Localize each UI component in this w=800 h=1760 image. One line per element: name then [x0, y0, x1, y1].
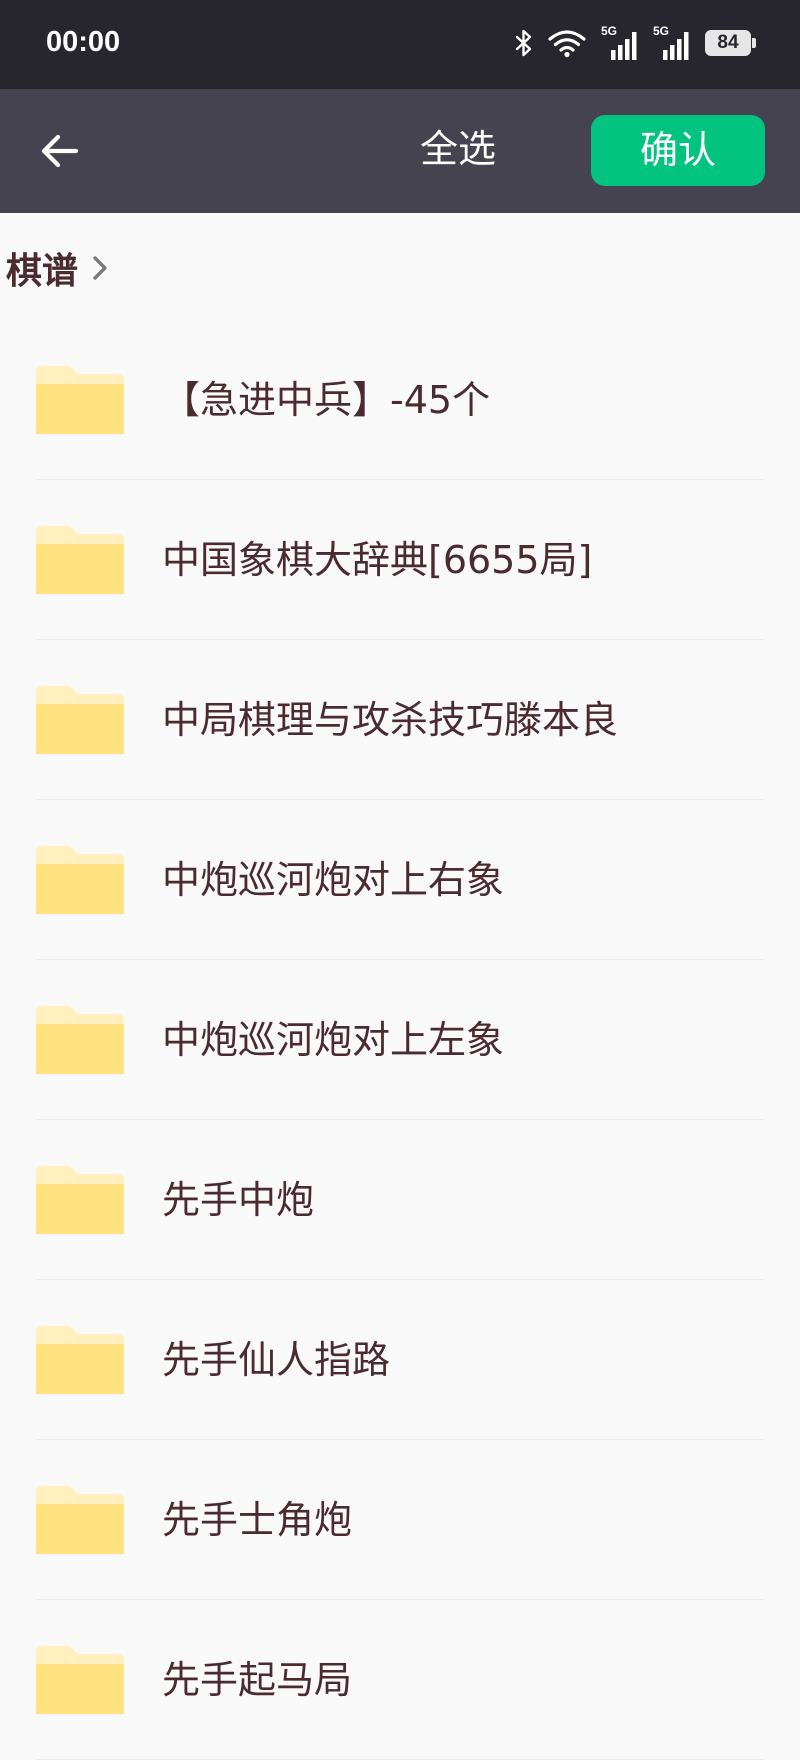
folder-list: 【急进中兵】-45个 中国象棋大辞典[6655局] 中局棋理与攻杀技巧滕本良 中… [0, 320, 800, 1760]
folder-name: 先手仙人指路 [162, 1338, 391, 1382]
confirm-button[interactable]: 确认 [591, 115, 765, 186]
bluetooth-icon [515, 28, 533, 58]
folder-icon [36, 526, 124, 594]
arrow-left-icon [41, 134, 79, 168]
status-icons: 5G 5G 84 [515, 24, 756, 60]
signal-5g-icon: 5G [653, 24, 691, 60]
folder-list-item[interactable]: 先手起马局 [0, 1600, 800, 1760]
folder-list-item[interactable]: 中炮巡河炮对上左象 [0, 960, 800, 1120]
folder-list-item[interactable]: 中局棋理与攻杀技巧滕本良 [0, 640, 800, 800]
folder-icon [36, 1166, 124, 1234]
folder-name: 中炮巡河炮对上左象 [162, 1018, 505, 1062]
folder-name: 中局棋理与攻杀技巧滕本良 [162, 698, 619, 742]
folder-name: 先手起马局 [162, 1658, 353, 1702]
header-toolbar: 全选 确认 [0, 89, 800, 213]
breadcrumb: 棋谱 [0, 213, 800, 323]
folder-list-item[interactable]: 先手士角炮 [0, 1440, 800, 1600]
folder-icon [36, 366, 124, 434]
folder-name: 先手中炮 [162, 1178, 315, 1222]
folder-icon [36, 1006, 124, 1074]
folder-list-item[interactable]: 先手仙人指路 [0, 1280, 800, 1440]
status-bar: 00:00 5G 5G 84 [0, 0, 800, 89]
folder-icon [36, 686, 124, 754]
status-time: 00:00 [46, 26, 121, 58]
folder-icon [36, 1486, 124, 1554]
folder-name: 先手士角炮 [162, 1498, 353, 1542]
battery-icon: 84 [705, 30, 756, 56]
chevron-right-icon [92, 255, 108, 281]
folder-list-item[interactable]: 中国象棋大辞典[6655局] [0, 480, 800, 640]
folder-icon [36, 1646, 124, 1714]
folder-icon [36, 1326, 124, 1394]
select-all-button[interactable]: 全选 [400, 119, 516, 179]
folder-list-item[interactable]: 中炮巡河炮对上右象 [0, 800, 800, 960]
breadcrumb-item-root[interactable]: 棋谱 [6, 242, 78, 294]
folder-name: 中国象棋大辞典[6655局] [162, 538, 593, 582]
folder-icon [36, 846, 124, 914]
folder-name: 【急进中兵】-45个 [162, 378, 491, 422]
wifi-icon [547, 28, 587, 58]
battery-level: 84 [705, 30, 751, 56]
signal-5g-icon: 5G [601, 24, 639, 60]
back-button[interactable] [36, 127, 84, 175]
folder-list-item[interactable]: 先手中炮 [0, 1120, 800, 1280]
folder-name: 中炮巡河炮对上右象 [162, 858, 505, 902]
battery-cap [752, 38, 756, 48]
folder-list-item[interactable]: 【急进中兵】-45个 [0, 320, 800, 480]
